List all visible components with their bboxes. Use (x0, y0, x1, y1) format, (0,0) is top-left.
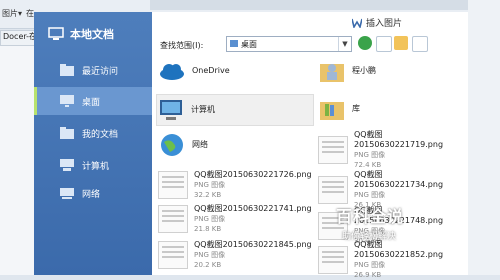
file-type: PNG 图像 (194, 215, 226, 223)
image-thumbnail-icon (158, 205, 188, 233)
baike-watermark: 百科全说 助你轻松解决 (336, 203, 404, 242)
sidebar-item-desktop[interactable]: 桌面 (34, 87, 152, 115)
desktop-folder-icon (230, 40, 238, 47)
computer-icon (60, 159, 74, 171)
image-thumbnail-icon (318, 176, 348, 204)
file-item-png[interactable]: QQ截图20150630221741.png PNG 图像 21.8 KB (158, 204, 314, 234)
insert-picture-dialog: 插入图片 查找范围(I): 桌面 ▼ OneDrive 程小鹏 计算机 库 网络… (152, 12, 468, 279)
file-name: QQ截图20150630221734.png (354, 170, 444, 189)
background-ribbon-icons (150, 0, 500, 10)
watermark-subtitle: 助你轻松解决 (342, 232, 397, 242)
file-size: 26.9 KB (354, 271, 382, 279)
back-button[interactable] (358, 36, 372, 50)
file-name: QQ截图20150630221852.png (354, 240, 444, 259)
sidebar-item-recent[interactable]: 最近访问 (34, 56, 152, 84)
file-item-library[interactable]: 库 (318, 96, 458, 122)
background-menu[interactable]: 在 (26, 8, 34, 19)
file-name: 程小鹏 (352, 66, 376, 75)
network-globe-icon (161, 134, 183, 156)
file-size: 32.2 KB (194, 191, 222, 199)
file-type: PNG 图像 (354, 261, 386, 269)
desktop-monitor-icon (60, 95, 74, 107)
sidebar-header: 本地文档 (48, 22, 114, 46)
computer-icon (160, 100, 182, 120)
file-name: QQ截图20150630221719.png (354, 130, 444, 149)
places-sidebar: 本地文档 最近访问 桌面 我的文档 计算机 网络 (34, 12, 152, 275)
image-thumbnail-icon (318, 246, 348, 274)
background-picture-menu[interactable]: 图片▾ (2, 8, 22, 19)
watermark-title: 百科全说 (336, 207, 405, 226)
recent-folder-icon (60, 64, 74, 76)
sidebar-item-label: 计算机 (82, 161, 110, 172)
file-type: PNG 图像 (194, 181, 226, 189)
file-item-png[interactable]: QQ截图20150630221852.png PNG 图像 26.9 KB (318, 240, 464, 280)
file-item-onedrive[interactable]: OneDrive (158, 58, 308, 84)
image-thumbnail-icon (158, 171, 188, 199)
chevron-down-icon[interactable]: ▼ (338, 37, 351, 51)
look-in-value: 桌面 (241, 39, 257, 49)
sidebar-item-label: 网络 (82, 189, 101, 200)
file-type: PNG 图像 (354, 151, 386, 159)
image-thumbnail-icon (158, 241, 188, 269)
local-documents-icon (48, 27, 64, 40)
new-folder-button[interactable] (394, 36, 408, 50)
file-type: PNG 图像 (194, 251, 226, 259)
sidebar-title: 本地文档 (70, 28, 114, 41)
file-item-network[interactable]: 网络 (158, 132, 308, 158)
file-name: 网络 (192, 140, 208, 149)
library-folder-icon (320, 102, 344, 120)
file-name: QQ截图20150630221845.png (194, 240, 312, 249)
file-name: 计算机 (191, 105, 215, 114)
sidebar-item-network[interactable]: 网络 (34, 179, 152, 207)
documents-folder-icon (60, 127, 74, 139)
image-thumbnail-icon (318, 136, 348, 164)
file-size: 72.4 KB (354, 161, 382, 169)
wps-logo-icon (352, 18, 362, 28)
user-folder-icon (320, 64, 344, 82)
up-folder-button[interactable] (376, 36, 392, 52)
file-item-computer[interactable]: 计算机 (156, 94, 314, 126)
file-name: QQ截图20150630221726.png (194, 170, 312, 179)
sidebar-item-computer[interactable]: 计算机 (34, 151, 152, 179)
sidebar-item-label: 最近访问 (82, 66, 119, 77)
onedrive-cloud-icon (160, 64, 184, 80)
file-item-png[interactable]: QQ截图20150630221719.png PNG 图像 72.4 KB (318, 130, 464, 170)
look-in-dropdown[interactable]: 桌面 ▼ (226, 36, 352, 52)
sidebar-item-my-documents[interactable]: 我的文档 (34, 119, 152, 147)
background-document (0, 46, 36, 275)
dialog-title: 插入图片 (366, 19, 403, 29)
file-size: 20.2 KB (194, 261, 222, 269)
view-menu-button[interactable] (412, 36, 428, 52)
dialog-title-bar: 插入图片 (352, 16, 402, 29)
sidebar-item-label: 桌面 (82, 97, 101, 108)
file-name: OneDrive (192, 66, 230, 75)
file-size: 21.8 KB (194, 225, 222, 233)
look-in-label: 查找范围(I): (160, 41, 204, 50)
sidebar-item-label: 我的文档 (82, 129, 119, 140)
file-name: 库 (352, 104, 360, 113)
file-item-user-folder[interactable]: 程小鹏 (318, 58, 458, 84)
network-icon (60, 188, 74, 199)
file-item-png[interactable]: QQ截图20150630221845.png PNG 图像 20.2 KB (158, 240, 314, 270)
file-type: PNG 图像 (354, 191, 386, 199)
background-right-panel (468, 0, 500, 275)
file-name: QQ截图20150630221741.png (194, 204, 312, 213)
file-item-png[interactable]: QQ截图20150630221726.png PNG 图像 32.2 KB (158, 170, 314, 200)
